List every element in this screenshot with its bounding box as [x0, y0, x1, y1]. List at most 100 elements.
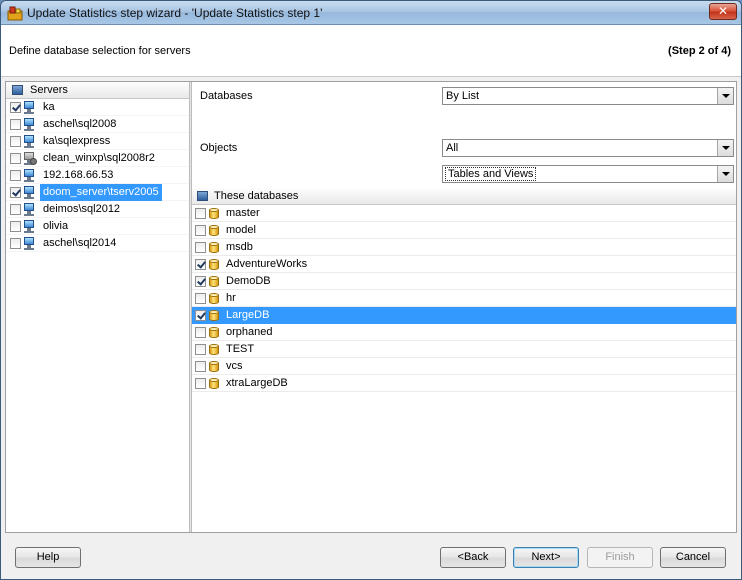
servers-header-icon — [12, 85, 23, 95]
server-label: ka\sqlexpress — [43, 135, 111, 147]
database-checkbox[interactable] — [195, 293, 206, 304]
database-item[interactable]: AdventureWorks — [192, 256, 736, 273]
database-label: DemoDB — [226, 275, 271, 287]
databases-header-label: These databases — [214, 190, 299, 202]
help-button[interactable]: Help — [15, 547, 81, 568]
servers-header-label: Servers — [30, 84, 68, 96]
next-button[interactable]: Next> — [513, 547, 579, 568]
server-label: aschel\sql2008 — [43, 118, 117, 130]
databases-mode-select[interactable]: By List — [442, 87, 734, 105]
database-label: msdb — [226, 241, 253, 253]
server-checkbox[interactable] — [10, 204, 21, 215]
databases-list: These databases master model msdb Adventure… — [192, 188, 736, 392]
database-label: AdventureWorks — [226, 258, 308, 270]
database-icon — [209, 327, 219, 339]
step-indicator: (Step 2 of 4) — [668, 45, 731, 57]
app-icon — [7, 6, 23, 21]
database-label: orphaned — [226, 326, 273, 338]
server-checkbox[interactable] — [10, 153, 21, 164]
database-item[interactable]: orphaned — [192, 324, 736, 341]
server-checkbox[interactable] — [10, 170, 21, 181]
database-checkbox[interactable] — [195, 225, 206, 236]
database-icon — [209, 276, 219, 288]
window-title: Update Statistics step wizard - 'Update … — [27, 6, 323, 20]
database-checkbox[interactable] — [195, 361, 206, 372]
database-item[interactable]: master — [192, 205, 736, 222]
server-item[interactable]: ka\sqlexpress — [6, 133, 189, 150]
monitor-icon — [22, 186, 36, 199]
object-type-select[interactable]: Tables and Views — [442, 165, 734, 183]
server-label: ka — [43, 101, 55, 113]
server-checkbox[interactable] — [10, 119, 21, 130]
server-item[interactable]: doom_server\tserv2005 — [6, 184, 189, 201]
cancel-button[interactable]: Cancel — [660, 547, 726, 568]
monitor-icon — [22, 237, 36, 250]
database-checkbox[interactable] — [195, 344, 206, 355]
server-checkbox[interactable] — [10, 238, 21, 249]
title-bar[interactable]: Update Statistics step wizard - 'Update … — [1, 1, 741, 25]
server-label: 192.168.66.53 — [43, 169, 114, 181]
server-checkbox[interactable] — [10, 102, 21, 113]
wizard-window: Update Statistics step wizard - 'Update … — [0, 0, 742, 580]
database-icon — [209, 310, 219, 322]
database-item[interactable]: LargeDB — [192, 307, 736, 324]
database-icon — [209, 361, 219, 373]
chevron-down-icon[interactable] — [717, 166, 733, 182]
server-item[interactable]: olivia — [6, 218, 189, 235]
database-checkbox[interactable] — [195, 310, 206, 321]
database-icon — [209, 242, 219, 254]
server-item[interactable]: aschel\sql2008 — [6, 116, 189, 133]
database-item[interactable]: hr — [192, 290, 736, 307]
database-checkbox[interactable] — [195, 327, 206, 338]
object-type-value: Tables and Views — [445, 167, 537, 181]
database-icon — [209, 378, 219, 390]
monitor-icon — [22, 135, 36, 148]
monitor-icon — [22, 203, 36, 216]
databases-header[interactable]: These databases — [192, 188, 736, 205]
wizard-header: Define database selection for servers (S… — [1, 25, 741, 77]
monitor-icon — [22, 101, 36, 114]
server-checkbox[interactable] — [10, 136, 21, 147]
wizard-footer: Help <Back Next> Finish Cancel — [1, 537, 741, 579]
back-button[interactable]: <Back — [440, 547, 506, 568]
monitor-icon — [22, 118, 36, 131]
server-label: deimos\sql2012 — [43, 203, 121, 215]
database-checkbox[interactable] — [195, 208, 206, 219]
database-label: TEST — [226, 343, 255, 355]
finish-button[interactable]: Finish — [587, 547, 653, 568]
database-checkbox[interactable] — [195, 276, 206, 287]
servers-panel: Servers ka aschel\sql2008 ka\sqlexpress cle… — [6, 82, 189, 532]
objects-label: Objects — [200, 142, 238, 154]
database-checkbox[interactable] — [195, 259, 206, 270]
database-checkbox[interactable] — [195, 378, 206, 389]
chevron-down-icon[interactable] — [717, 88, 733, 104]
close-button[interactable]: ✕ — [709, 3, 737, 20]
database-icon — [209, 259, 219, 271]
servers-header[interactable]: Servers — [6, 82, 189, 99]
database-item[interactable]: TEST — [192, 341, 736, 358]
database-item[interactable]: msdb — [192, 239, 736, 256]
database-checkbox[interactable] — [195, 242, 206, 253]
database-item[interactable]: model — [192, 222, 736, 239]
server-item[interactable]: 192.168.66.53 — [6, 167, 189, 184]
server-label: olivia — [43, 220, 69, 232]
server-item[interactable]: aschel\sql2014 — [6, 235, 189, 252]
server-item[interactable]: ka — [6, 99, 189, 116]
objects-value: All — [446, 142, 459, 154]
chevron-down-icon[interactable] — [717, 140, 733, 156]
database-item[interactable]: DemoDB — [192, 273, 736, 290]
server-checkbox[interactable] — [10, 221, 21, 232]
databases-label: Databases — [200, 90, 253, 102]
database-rows: master model msdb AdventureWorks DemoDB hr Lar… — [192, 205, 736, 392]
monitor-icon — [22, 169, 36, 182]
database-item[interactable]: xtraLargeDB — [192, 375, 736, 392]
server-label: aschel\sql2014 — [43, 237, 117, 249]
server-checkbox[interactable] — [10, 187, 21, 198]
objects-select[interactable]: All — [442, 139, 734, 157]
close-icon: ✕ — [717, 4, 729, 18]
server-item[interactable]: clean_winxp\sql2008r2 — [6, 150, 189, 167]
server-label: clean_winxp\sql2008r2 — [43, 152, 155, 164]
content-area: Servers ka aschel\sql2008 ka\sqlexpress cle… — [5, 81, 737, 533]
database-item[interactable]: vcs — [192, 358, 736, 375]
server-item[interactable]: deimos\sql2012 — [6, 201, 189, 218]
